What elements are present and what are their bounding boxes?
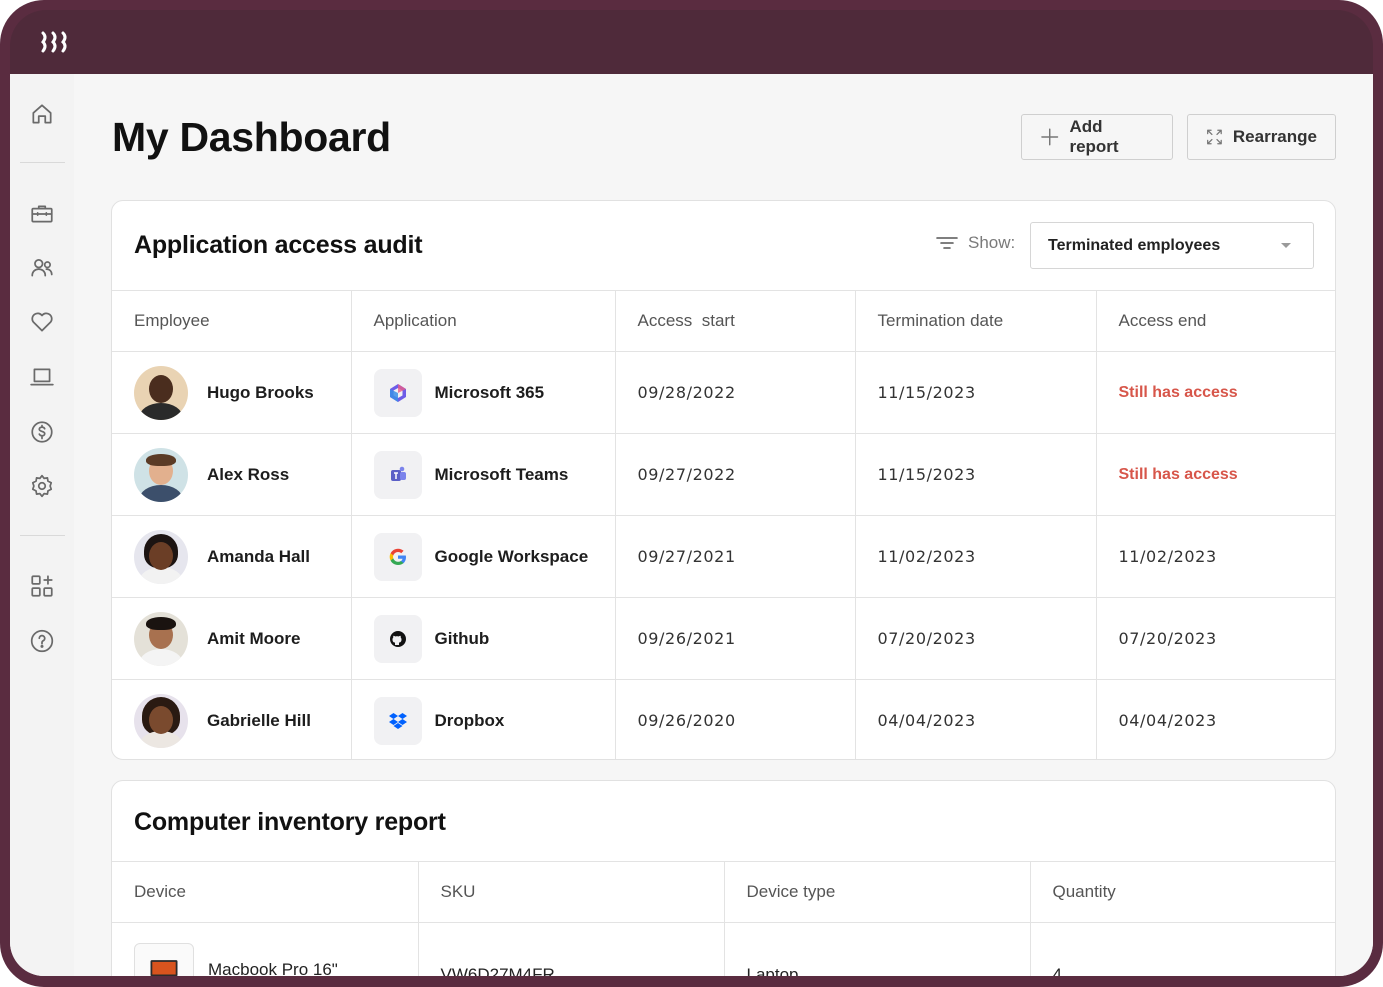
employee-name: Amit Moore <box>207 628 301 648</box>
column-header[interactable]: Device <box>112 861 419 923</box>
employee-name: Hugo Brooks <box>207 382 314 402</box>
app-name: Google Workspace <box>434 546 589 566</box>
access-start: 09/26/2020 <box>615 679 856 759</box>
main-content: My Dashboard Add report Rearrange Applic… <box>74 74 1373 976</box>
table-row[interactable]: Alex Ross Microsoft Teams 09/27/2022 11/… <box>112 433 1335 516</box>
add-report-button[interactable]: Add report <box>1021 114 1173 160</box>
table-row[interactable]: Hugo Brooks Microsoft 365 09/28/2022 11/… <box>112 351 1335 434</box>
termination-date: 11/15/2023 <box>855 351 1097 434</box>
column-header[interactable]: Application <box>351 290 616 352</box>
select-value: Terminated employees <box>1048 236 1221 254</box>
column-header[interactable]: Device type <box>724 861 1031 923</box>
add-report-label: Add report <box>1069 117 1119 156</box>
termination-date: 11/02/2023 <box>855 515 1097 598</box>
avatar <box>134 365 188 420</box>
table-row[interactable]: Gabrielle Hill Dropbox 09/26/2020 04/04/… <box>112 679 1335 759</box>
sidebar <box>10 74 74 976</box>
expand-icon <box>1207 129 1222 145</box>
home-icon[interactable] <box>28 100 56 128</box>
rippling-logo[interactable] <box>40 30 72 54</box>
briefcase-icon[interactable] <box>28 200 56 228</box>
access-end-status: Still has access <box>1096 351 1335 434</box>
app-screen: My Dashboard Add report Rearrange Applic… <box>10 74 1373 976</box>
employee-name: Alex Ross <box>207 464 290 484</box>
heart-icon[interactable] <box>28 308 56 336</box>
google-icon <box>373 532 422 581</box>
sidebar-divider <box>20 162 65 163</box>
card-title: Computer inventory report <box>134 808 446 836</box>
rearrange-label: Rearrange <box>1232 127 1317 146</box>
chevron-down-icon <box>1281 243 1291 248</box>
avatar <box>134 529 188 584</box>
github-icon <box>373 614 422 663</box>
app-name: Microsoft 365 <box>434 382 545 402</box>
table-row[interactable]: Macbook Pro 16" VW6D27M4FR Laptop 4 <box>112 922 1335 977</box>
top-bar <box>10 10 1373 74</box>
column-header[interactable]: Access start <box>615 290 856 352</box>
column-header[interactable]: SKU <box>418 861 725 923</box>
sku: VW6D27M4FR <box>418 922 725 976</box>
app-name: Microsoft Teams <box>434 464 569 484</box>
help-icon[interactable] <box>28 627 56 655</box>
app-name: Dropbox <box>434 710 505 730</box>
show-filter: Show: <box>936 233 1015 253</box>
filter-label: Show: <box>968 233 1016 252</box>
microsoft-teams-icon <box>373 450 422 499</box>
application-access-audit-card: Application access audit Show: Terminate… <box>111 200 1336 760</box>
table-row[interactable]: Amit Moore Github 09/26/2021 07/20/2023 … <box>112 597 1335 680</box>
device-type: Laptop <box>724 922 1031 976</box>
avatar <box>134 611 188 666</box>
employee-name: Gabrielle Hill <box>207 710 311 730</box>
column-header[interactable]: Termination date <box>855 290 1097 352</box>
access-end-date: 04/04/2023 <box>1096 679 1335 759</box>
table-header-row: Device SKU Device type Quantity <box>112 861 1335 923</box>
audit-table: Employee Application Access start Termin… <box>112 290 1335 759</box>
plus-icon <box>1041 128 1059 146</box>
termination-date: 11/15/2023 <box>855 433 1097 516</box>
access-start: 09/27/2022 <box>615 433 856 516</box>
page-title: My Dashboard <box>112 114 391 160</box>
dropbox-icon <box>373 696 422 745</box>
inventory-table: Device SKU Device type Quantity Macbook … <box>112 861 1335 977</box>
card-title: Application access audit <box>134 231 423 259</box>
microsoft-365-icon <box>373 368 422 417</box>
access-end-date: 07/20/2023 <box>1096 597 1335 680</box>
rearrange-button[interactable]: Rearrange <box>1187 114 1336 160</box>
app-name: Github <box>434 628 490 648</box>
access-start: 09/26/2021 <box>615 597 856 680</box>
apps-add-icon[interactable] <box>28 572 56 600</box>
sidebar-divider <box>20 535 65 536</box>
employee-name: Amanda Hall <box>207 546 310 566</box>
people-icon[interactable] <box>28 254 56 282</box>
device-name: Macbook Pro 16" <box>208 959 338 977</box>
computer-inventory-card: Computer inventory report Device SKU Dev… <box>111 780 1336 976</box>
filter-icon <box>936 237 958 249</box>
termination-date: 07/20/2023 <box>855 597 1097 680</box>
show-select[interactable]: Terminated employees <box>1030 222 1314 269</box>
quantity: 4 <box>1030 922 1335 976</box>
avatar <box>134 447 188 502</box>
access-start: 09/27/2021 <box>615 515 856 598</box>
laptop-thumbnail <box>134 942 194 976</box>
dollar-icon[interactable] <box>28 418 56 446</box>
termination-date: 04/04/2023 <box>855 679 1097 759</box>
settings-icon[interactable] <box>28 472 56 500</box>
access-end-status: Still has access <box>1096 433 1335 516</box>
access-end-date: 11/02/2023 <box>1096 515 1335 598</box>
avatar <box>134 693 188 748</box>
column-header[interactable]: Quantity <box>1030 861 1335 923</box>
access-start: 09/28/2022 <box>615 351 856 434</box>
column-header[interactable]: Access end <box>1096 290 1335 352</box>
laptop-icon[interactable] <box>28 363 56 391</box>
table-header-row: Employee Application Access start Termin… <box>112 290 1335 352</box>
column-header[interactable]: Employee <box>112 290 352 352</box>
table-row[interactable]: Amanda Hall Google Workspace 09/27/2021 … <box>112 515 1335 598</box>
device-frame: My Dashboard Add report Rearrange Applic… <box>0 0 1383 987</box>
